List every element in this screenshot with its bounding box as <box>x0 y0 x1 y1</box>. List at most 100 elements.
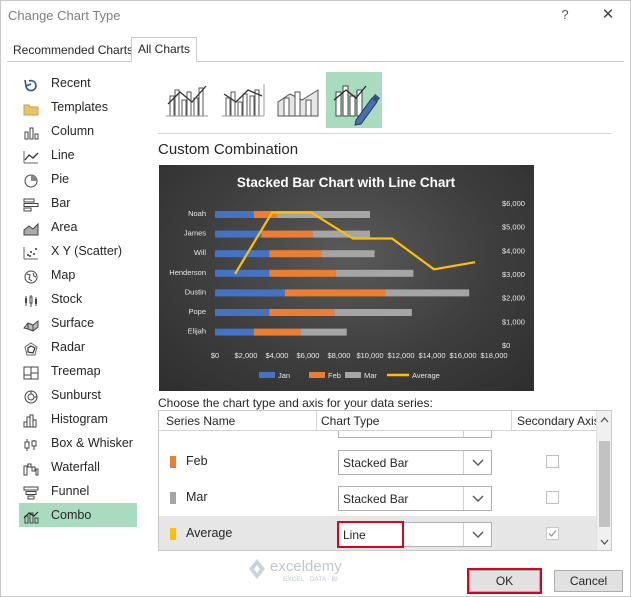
sidebar-item-templates[interactable]: Templates <box>19 95 137 119</box>
sidebar-item-column[interactable]: Column <box>19 119 137 143</box>
sidebar-item-histogram[interactable]: Histogram <box>19 407 137 431</box>
recent-icon <box>23 76 39 92</box>
secondary-axis-checkbox[interactable] <box>546 491 559 504</box>
sidebar-item-label: Box & Whisker <box>51 436 133 450</box>
x-tick-label: $8,000 <box>328 351 351 360</box>
dialog-title: Change Chart Type <box>8 8 121 23</box>
bar-feb-dustin <box>284 289 386 297</box>
clustered-column-line-icon[interactable] <box>158 72 214 128</box>
secondary-y-tick-label: $6,000 <box>502 199 525 208</box>
legend-label: Mar <box>364 371 377 380</box>
sidebar-item-surface[interactable]: Surface <box>19 311 137 335</box>
series-row: Average Line <box>159 516 596 550</box>
sidebar-item-map[interactable]: Map <box>19 263 137 287</box>
header-divider <box>316 411 317 431</box>
sidebar-item-x-y-scatter[interactable]: X Y (Scatter) <box>19 239 137 263</box>
line-average <box>234 211 476 275</box>
stacked-area-column-icon[interactable] <box>270 72 326 128</box>
header-secondary-axis: Secondary Axis <box>517 414 600 428</box>
bar-jan-henderson <box>215 269 270 277</box>
ok-highlight-box <box>467 568 542 594</box>
sidebar-item-label: Funnel <box>51 484 90 498</box>
secondary-axis-checkbox[interactable] <box>546 527 559 540</box>
x-tick-label: $18,000 <box>480 351 507 360</box>
sidebar-item-area[interactable]: Area <box>19 215 137 239</box>
folder-icon <box>23 100 39 116</box>
category-label: James <box>184 229 206 238</box>
category-label: Pope <box>188 307 206 316</box>
cancel-button[interactable]: Cancel <box>554 570 623 592</box>
sidebar-item-label: Recent <box>51 76 91 90</box>
legend-label: Feb <box>328 371 341 380</box>
sidebar-item-sunburst[interactable]: Sunburst <box>19 383 137 407</box>
sidebar-item-label: Templates <box>51 100 108 114</box>
help-button[interactable]: ? <box>555 5 575 25</box>
tab-all-charts[interactable]: All Charts <box>131 37 198 62</box>
chevron-down-icon[interactable] <box>463 487 491 510</box>
combo-chart-icon <box>23 508 39 524</box>
sidebar-item-line[interactable]: Line <box>19 143 137 167</box>
series-name: Mar <box>186 490 208 504</box>
close-button[interactable]: ✕ <box>597 5 619 25</box>
bar-jan-dustin <box>215 289 285 297</box>
chart-type-sidebar: Recent Templates Column Line Pie Bar Area X Y (… <box>19 71 137 527</box>
treemap-chart-icon <box>23 364 39 380</box>
scrollbar-thumb[interactable] <box>599 441 610 527</box>
section-divider <box>158 133 611 134</box>
category-label: Noah <box>188 209 206 218</box>
tab-recommended-charts[interactable]: Recommended Charts <box>7 40 140 62</box>
secondary-y-tick-label: $1,000 <box>502 317 525 326</box>
sidebar-item-waterfall[interactable]: Waterfall <box>19 455 137 479</box>
custom-combination-icon[interactable] <box>326 72 382 128</box>
x-tick-label: $12,000 <box>387 351 414 360</box>
category-label: Dustin <box>185 287 206 296</box>
bar-mar-henderson <box>335 269 414 277</box>
sidebar-item-recent[interactable]: Recent <box>19 71 137 95</box>
sidebar-item-funnel[interactable]: Funnel <box>19 479 137 503</box>
sidebar-item-stock[interactable]: Stock <box>19 287 137 311</box>
chart-type-value: Stacked Bar <box>343 492 409 506</box>
chevron-down-icon[interactable] <box>463 451 491 474</box>
exceldemy-watermark: exceldemy EXCEL · DATA · BI <box>245 553 375 583</box>
x-tick-label: $6,000 <box>297 351 320 360</box>
series-row: Mar Stacked Bar <box>159 480 596 516</box>
histogram-chart-icon <box>23 412 39 428</box>
sidebar-item-label: Line <box>51 148 75 162</box>
x-tick-label: $10,000 <box>356 351 383 360</box>
sidebar-item-label: Area <box>51 220 78 234</box>
secondary-y-tick-label: $3,000 <box>502 270 525 279</box>
funnel-chart-icon <box>23 484 39 500</box>
series-table-scrollbar[interactable] <box>596 411 611 550</box>
secondary-axis-checkbox[interactable] <box>546 455 559 468</box>
x-tick-label: $4,000 <box>266 351 289 360</box>
legend-label: Average <box>412 371 440 380</box>
secondary-y-tick-label: $2,000 <box>502 294 525 303</box>
bar-feb-elijah <box>253 328 301 336</box>
surface-chart-icon <box>23 316 39 332</box>
secondary-y-tick-label: $5,000 <box>502 223 525 232</box>
series-instructions: Choose the chart type and axis for your … <box>158 396 433 410</box>
x-tick-label: $14,000 <box>418 351 445 360</box>
clustered-column-line-secondary-icon[interactable] <box>214 72 270 128</box>
chart-type-dropdown[interactable]: Stacked Bar <box>338 486 492 511</box>
sidebar-item-pie[interactable]: Pie <box>19 167 137 191</box>
sidebar-item-treemap[interactable]: Treemap <box>19 359 137 383</box>
bar-jan-james <box>215 230 262 238</box>
sidebar-item-box-whisker[interactable]: Box & Whisker <box>19 431 137 455</box>
scatter-chart-icon <box>23 244 39 260</box>
chart-type-dropdown[interactable]: Stacked Bar <box>338 450 492 475</box>
sidebar-item-combo[interactable]: Combo <box>19 503 137 527</box>
bar-jan-will <box>215 250 270 258</box>
area-chart-icon <box>23 220 39 236</box>
exceldemy-logo-icon <box>249 559 265 579</box>
bar-jan-pope <box>215 309 270 316</box>
watermark-tagline: EXCEL · DATA · BI <box>283 576 338 583</box>
header-divider <box>511 411 512 431</box>
sidebar-item-bar[interactable]: Bar <box>19 191 137 215</box>
title-bar: Change Chart Type ? ✕ <box>1 1 631 31</box>
bar-mar-elijah <box>300 328 347 336</box>
bar-jan-elijah <box>215 328 254 336</box>
chevron-down-icon[interactable] <box>463 523 491 546</box>
sidebar-item-radar[interactable]: Radar <box>19 335 137 359</box>
pie-chart-icon <box>23 172 39 188</box>
